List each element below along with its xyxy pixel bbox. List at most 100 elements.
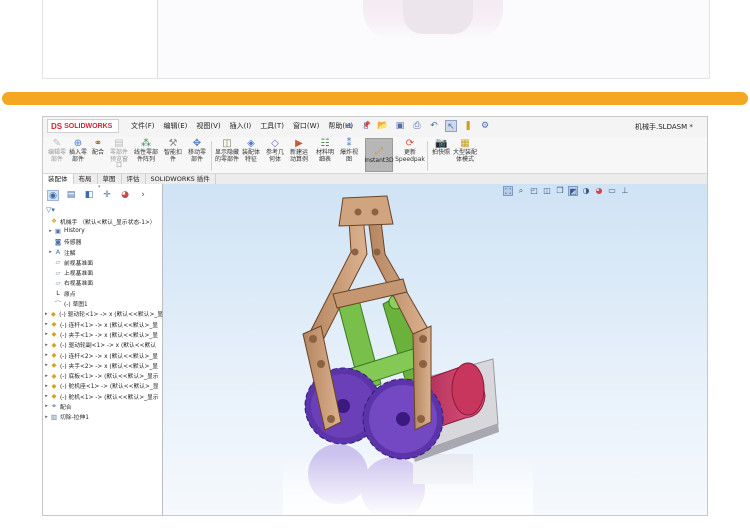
graphics-area[interactable]: ⛶ ⌕ ◰ ◫ ❒ ◩ ◑ ◕ ▭ ⊥ (163, 184, 707, 515)
command-manager-ribbon: ✎ 编辑零部件 ⊕ 插入零部件 ⚭ 配合 ▤ 零部件预览窗口 ⁂ 线性零部件阵列 ⚒ 智能扣… (43, 137, 707, 173)
tree-item[interactable]: ▸ ⚭ 配合 (43, 401, 163, 411)
exploded-view-icon: ⁑ (346, 138, 352, 149)
insert-component-button[interactable]: ⊕ 插入零部件 (69, 138, 87, 163)
part-icon: ◆ (51, 361, 57, 370)
speedpak-button[interactable]: ⟳ 更新Speedpak (395, 138, 425, 163)
ds-logo-mark: DS (51, 121, 63, 131)
tree-item[interactable]: ▸ ◆ (-) 底板<1> -> (默认<<默认>_显示 (43, 370, 163, 381)
tree-item[interactable]: ▸ ◆ (-) 驱动轮副<1> -> x (默认<<默认 (43, 340, 163, 350)
exploded-view-button[interactable]: ⁑ 爆炸视图 (339, 138, 359, 163)
property-manager-icon[interactable]: ▤ (65, 190, 77, 201)
menu-file[interactable]: 文件(F) (131, 121, 155, 131)
previous-screenshot-panel (43, 0, 158, 78)
tree-item[interactable]: ▸ ◆ (-) 夹手<2> -> x (默认<<默认>_显 (43, 360, 163, 370)
mates-icon: ⚭ (51, 402, 57, 411)
snapshot-icon: 📷 (435, 138, 448, 149)
title-bar: DS SOLIDWORKS 文件(F) 编辑(E) 视图(V) 插入(I) 工具… (43, 117, 707, 138)
tree-item[interactable]: ▱ 前视基准面 (43, 257, 163, 267)
menu-window[interactable]: 窗口(W) (293, 121, 319, 131)
tree-item[interactable]: ▱ 上视基准面 (43, 267, 163, 278)
ribbon-separator (211, 141, 212, 171)
part-icon: ◆ (51, 371, 57, 380)
display-manager-icon[interactable]: ◕ (119, 190, 131, 201)
tree-item[interactable]: ▸ A 注解 (43, 247, 163, 257)
panel-more-icon[interactable]: › (137, 190, 149, 201)
part-icon: ◆ (51, 340, 57, 349)
large-assembly-button[interactable]: ▦ 大型装配体模式 (453, 138, 477, 163)
ribbon-separator (427, 141, 428, 171)
rebuild-icon[interactable]: ❚ (462, 120, 474, 132)
undo-icon[interactable]: ↶ (428, 120, 440, 132)
part-icon: ◆ (51, 392, 57, 401)
assembly-feature-button[interactable]: ◈ 装配体特征 (241, 138, 261, 163)
robot-gripper-model (283, 195, 533, 515)
mate-button[interactable]: ⚭ 配合 (91, 138, 105, 157)
tree-item[interactable]: ▸ ◆ (-) 连杆<1> -> x (默认<<默认>_显 (43, 319, 163, 329)
menu-tools[interactable]: 工具(T) (260, 121, 284, 131)
configuration-manager-icon[interactable]: ◧ (83, 190, 95, 201)
edit-part-icon: ✎ (52, 138, 62, 149)
move-component-button[interactable]: ✥ 移动零部件 (187, 138, 207, 163)
preview-window-icon: ▤ (114, 138, 124, 149)
plane-icon: ▱ (55, 268, 61, 277)
mate-icon: ⚭ (93, 138, 103, 149)
part-icon: ◆ (51, 320, 57, 329)
logo-text: SOLIDWORKS (64, 122, 113, 130)
instant3d-button[interactable]: ⤢ Instant3D (364, 138, 394, 172)
tree-item[interactable]: ▸ ◆ (-) 舵机座<1> -> (默认<<默认>_显 (43, 381, 163, 391)
tree-item[interactable]: ◙ 传感器 (43, 237, 163, 247)
tree-item[interactable]: ▸ ◆ (-) 夹手<1> -> x (默认<<默认>_显 (43, 329, 163, 339)
menu-edit[interactable]: 编辑(E) (164, 121, 188, 131)
quick-access-toolbar: ⌂ ▯ 📂 ▣ ⎙ ↶ ↖ ❚ ⚙ (343, 120, 491, 132)
faded-model-reflection-inner (403, 0, 473, 34)
part-icon: ◆ (51, 381, 57, 390)
tree-item[interactable]: ▸ ◆ (-) 驱动轮<1> -> x (默认<<默认>_显 (43, 309, 163, 319)
tree-item[interactable]: ▸ ◆ (-) 舵机<1> -> (默认<<默认>_显示 (43, 391, 163, 401)
show-hidden-button[interactable]: ◫ 显示隐藏的零部件 (215, 138, 239, 163)
snapshot-button[interactable]: 📷 拍快照 (431, 138, 451, 157)
move-component-icon: ✥ (192, 138, 202, 149)
dimxpert-icon[interactable]: ✛ (101, 190, 113, 201)
tree-item[interactable]: L 原点 (43, 288, 163, 298)
select-icon[interactable]: ↖ (445, 120, 457, 132)
tree-item[interactable]: ▸ ▥ 切除-拉伸1 (43, 412, 163, 422)
assembly-icon: ❖ (51, 217, 57, 226)
part-icon: ◆ (51, 351, 57, 359)
smart-fastener-button[interactable]: ⚒ 智能扣件 (163, 138, 183, 163)
reference-geometry-button[interactable]: ◇ 参考几何体 (265, 138, 285, 163)
save-icon[interactable]: ▣ (394, 120, 406, 132)
menu-bar: 文件(F) 编辑(E) 视图(V) 插入(I) 工具(T) 窗口(W) 帮助(H… (131, 121, 371, 131)
tree-item[interactable]: ▱ 右视基准面 (43, 278, 163, 288)
preview-window-button[interactable]: ▤ 零部件预览窗口 (109, 138, 129, 170)
tree-item[interactable]: ▸ ▣ History (43, 226, 163, 236)
tree-item[interactable]: ▸ ◆ (-) 连杆<2> -> x (默认<<默认>_显 (43, 350, 163, 360)
linear-pattern-button[interactable]: ⁂ 线性零部件阵列 (133, 138, 159, 163)
open-icon[interactable]: 📂 (377, 120, 389, 132)
solidworks-window: DS SOLIDWORKS 文件(F) 编辑(E) 视图(V) 插入(I) 工具… (42, 116, 708, 516)
orange-divider-bar (2, 92, 748, 105)
new-document-icon[interactable]: ▯ (360, 120, 372, 132)
filter-icon[interactable]: ▽▾ (46, 206, 55, 214)
edit-part-button[interactable]: ✎ 编辑零部件 (47, 138, 67, 163)
reflection-fade (283, 454, 533, 515)
large-assembly-icon: ▦ (460, 138, 470, 149)
home-icon[interactable]: ⌂ (343, 120, 355, 132)
panel-tabs: ◉ ▤ ◧ ✛ ◕ › (43, 190, 167, 202)
show-hidden-icon: ◫ (222, 138, 232, 149)
print-icon[interactable]: ⎙ (411, 120, 423, 132)
feature-manager-panel: ▾ ◉ ▤ ◧ ✛ ◕ › ▽▾ ❖ 机械手 （默认<默认_显示状态-1>） ▸ ▣… (43, 184, 163, 515)
solidworks-logo[interactable]: DS SOLIDWORKS (47, 119, 119, 133)
plane-icon: ▱ (55, 258, 61, 267)
tree-item[interactable]: ⌒ (-) 草图1 (43, 298, 163, 309)
motion-study-button[interactable]: ▶ 新建运动算例 (289, 138, 309, 163)
origin-icon: L (56, 289, 60, 298)
plane-icon: ▱ (55, 278, 61, 287)
menu-insert[interactable]: 插入(I) (230, 121, 252, 131)
tree-item[interactable]: ❖ 机械手 （默认<默认_显示状态-1>） (43, 216, 163, 226)
bom-button[interactable]: ☷ 材料明细表 (315, 138, 335, 163)
options-icon[interactable]: ⚙ (479, 120, 491, 132)
speedpak-icon: ⟳ (405, 138, 415, 149)
feature-manager-icon[interactable]: ◉ (47, 190, 59, 201)
feature-tree: ❖ 机械手 （默认<默认_显示状态-1>） ▸ ▣ History ◙ 传感器 ▸ A 注解… (43, 216, 163, 422)
menu-view[interactable]: 视图(V) (196, 121, 220, 131)
